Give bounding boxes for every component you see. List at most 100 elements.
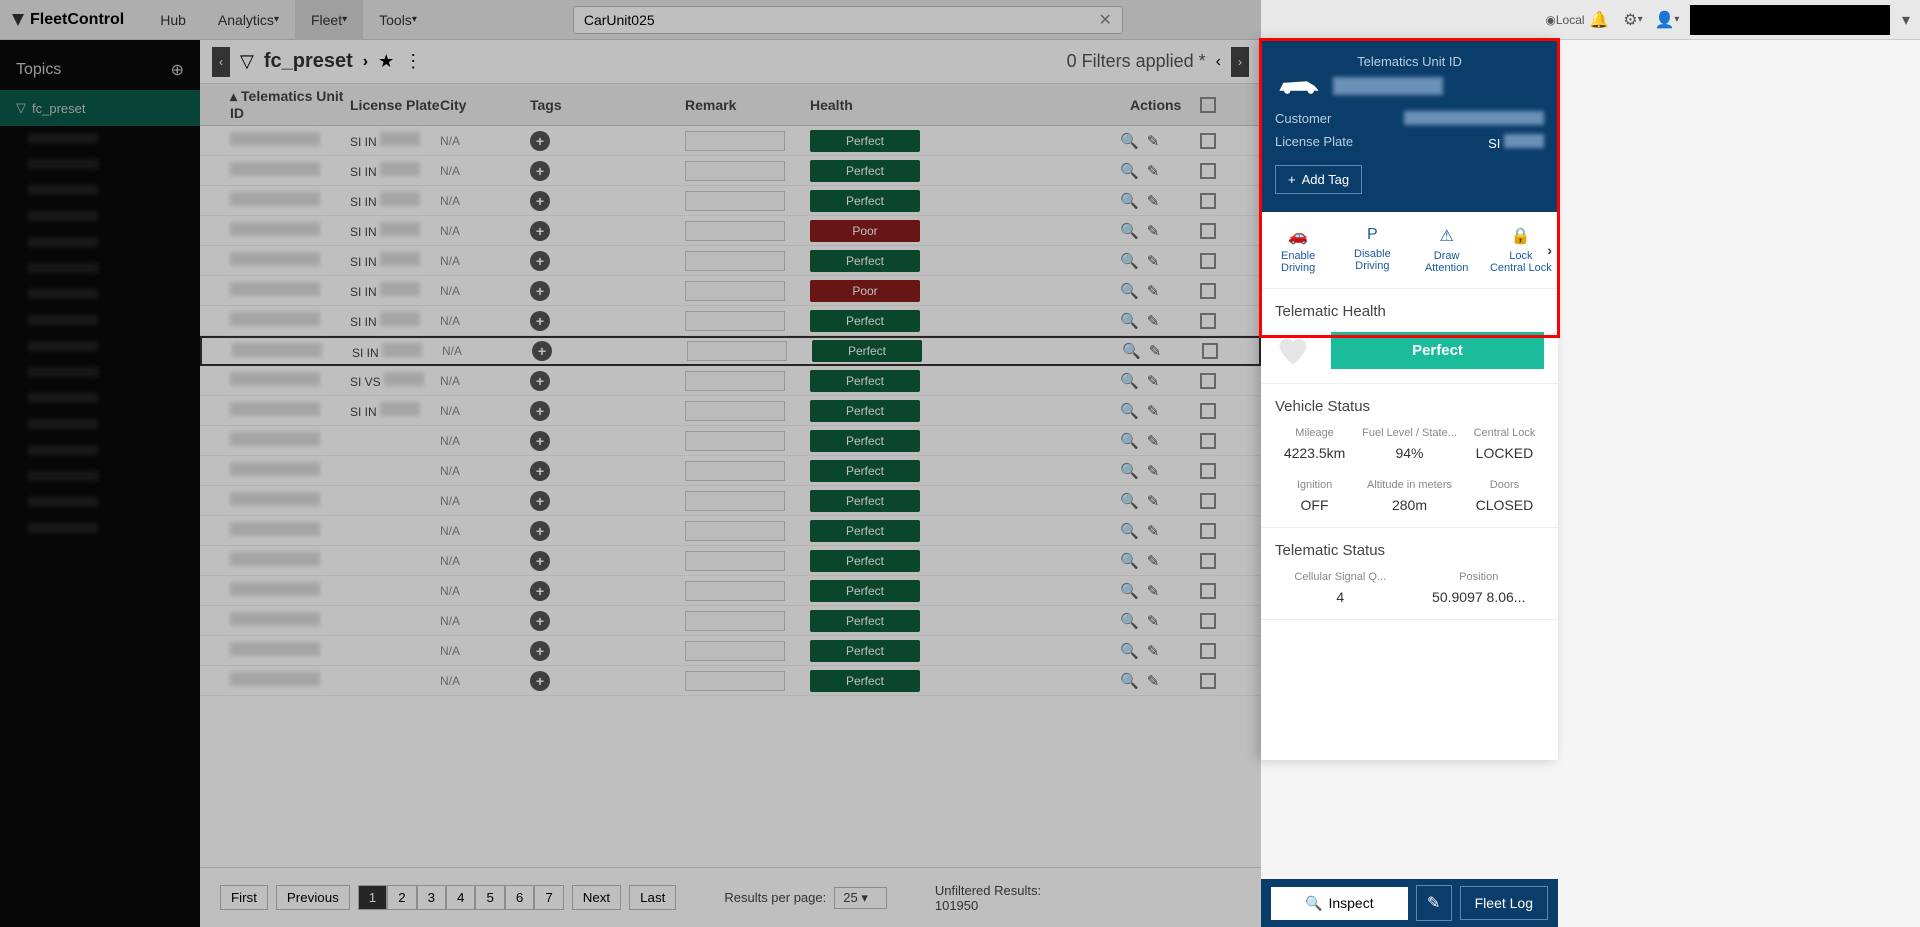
table-row[interactable]: N/A+Perfect🔍✎: [200, 666, 1261, 696]
topic-sub[interactable]: [0, 386, 200, 412]
topic-sub[interactable]: [0, 126, 200, 152]
add-tag-icon[interactable]: +: [530, 491, 550, 511]
edit-icon[interactable]: ✎: [1147, 222, 1160, 240]
nav-fleet[interactable]: Fleet: [295, 0, 363, 40]
edit-icon[interactable]: ✎: [1147, 612, 1160, 630]
per-page-select[interactable]: 25 ▾: [834, 887, 887, 909]
action-disable-driving[interactable]: PDisableDriving: [1335, 226, 1409, 274]
star-icon[interactable]: ★: [378, 51, 394, 72]
search-icon[interactable]: 🔍: [1120, 522, 1139, 540]
edit-icon[interactable]: ✎: [1147, 672, 1160, 690]
add-tag-icon[interactable]: +: [530, 221, 550, 241]
search-icon[interactable]: 🔍: [1120, 192, 1139, 210]
add-tag-icon[interactable]: +: [530, 641, 550, 661]
edit-icon[interactable]: ✎: [1147, 552, 1160, 570]
page-4[interactable]: 4: [446, 885, 475, 910]
nav-tools[interactable]: Tools: [363, 0, 433, 40]
search-icon[interactable]: 🔍: [1120, 432, 1139, 450]
nav-hub[interactable]: Hub: [144, 0, 202, 40]
table-row[interactable]: N/A+Perfect🔍✎: [200, 606, 1261, 636]
remark-input[interactable]: [685, 311, 785, 331]
edit-icon[interactable]: ✎: [1147, 462, 1160, 480]
table-row[interactable]: SI IN N/A+Perfect🔍✎: [200, 156, 1261, 186]
row-checkbox[interactable]: [1200, 523, 1216, 539]
table-row[interactable]: SI IN N/A+Perfect🔍✎: [200, 186, 1261, 216]
page-7[interactable]: 7: [534, 885, 563, 910]
select-all-checkbox[interactable]: [1200, 97, 1216, 113]
more-icon[interactable]: ⋮: [404, 51, 422, 72]
search-icon[interactable]: 🔍: [1120, 612, 1139, 630]
search-icon[interactable]: 🔍: [1120, 642, 1139, 660]
row-checkbox[interactable]: [1202, 343, 1218, 359]
add-tag-icon[interactable]: +: [532, 341, 552, 361]
table-row[interactable]: N/A+Perfect🔍✎: [200, 486, 1261, 516]
remark-input[interactable]: [685, 191, 785, 211]
row-checkbox[interactable]: [1200, 673, 1216, 689]
remark-input[interactable]: [685, 131, 785, 151]
add-tag-icon[interactable]: +: [530, 581, 550, 601]
action-draw-attention[interactable]: ⚠DrawAttention: [1410, 226, 1484, 274]
edit-icon[interactable]: ✎: [1147, 522, 1160, 540]
table-row[interactable]: N/A+Perfect🔍✎: [200, 516, 1261, 546]
row-checkbox[interactable]: [1200, 313, 1216, 329]
add-tag-icon[interactable]: +: [530, 251, 550, 271]
table-row[interactable]: N/A+Perfect🔍✎: [200, 456, 1261, 486]
remark-input[interactable]: [685, 281, 785, 301]
search-icon[interactable]: 🔍: [1120, 372, 1139, 390]
row-checkbox[interactable]: [1200, 493, 1216, 509]
search-icon[interactable]: 🔍: [1122, 342, 1141, 360]
user-icon[interactable]: 👤: [1656, 9, 1678, 31]
row-checkbox[interactable]: [1200, 223, 1216, 239]
search-icon[interactable]: 🔍: [1120, 222, 1139, 240]
edit-icon[interactable]: ✎: [1147, 582, 1160, 600]
table-row[interactable]: SI IN N/A+Perfect🔍✎: [200, 306, 1261, 336]
search-icon[interactable]: 🔍: [1120, 312, 1139, 330]
table-row[interactable]: SI IN N/A+Perfect🔍✎: [200, 396, 1261, 426]
edit-icon[interactable]: ✎: [1147, 402, 1160, 420]
add-tag-icon[interactable]: +: [530, 551, 550, 571]
edit-icon[interactable]: ✎: [1147, 372, 1160, 390]
search-icon[interactable]: 🔍: [1120, 132, 1139, 150]
row-checkbox[interactable]: [1200, 433, 1216, 449]
topic-sub[interactable]: [0, 178, 200, 204]
remark-input[interactable]: [685, 521, 785, 541]
page-6[interactable]: 6: [505, 885, 534, 910]
page-next[interactable]: Next: [572, 885, 621, 910]
remark-input[interactable]: [685, 221, 785, 241]
add-tag-icon[interactable]: +: [530, 611, 550, 631]
page-3[interactable]: 3: [417, 885, 446, 910]
settings-icon[interactable]: ⚙: [1622, 9, 1644, 31]
table-row[interactable]: SI IN N/A+Poor🔍✎: [200, 276, 1261, 306]
row-checkbox[interactable]: [1200, 463, 1216, 479]
notification-icon[interactable]: 🔔: [1588, 9, 1610, 31]
remark-input[interactable]: [685, 251, 785, 271]
clear-icon[interactable]: ✕: [1098, 10, 1111, 30]
topic-sub[interactable]: [0, 464, 200, 490]
edit-icon[interactable]: ✎: [1147, 492, 1160, 510]
add-tag-icon[interactable]: +: [530, 431, 550, 451]
add-tag-icon[interactable]: +: [530, 461, 550, 481]
add-topic-icon[interactable]: ⊕: [171, 60, 184, 80]
page-1[interactable]: 1: [358, 885, 387, 910]
add-tag-icon[interactable]: +: [530, 521, 550, 541]
page-prev[interactable]: Previous: [276, 885, 350, 910]
edit-icon[interactable]: ✎: [1147, 282, 1160, 300]
page-last[interactable]: Last: [629, 885, 676, 910]
table-row[interactable]: SI IN N/A+Perfect🔍✎: [200, 336, 1261, 366]
table-row[interactable]: SI IN N/A+Perfect🔍✎: [200, 126, 1261, 156]
action-enable-driving[interactable]: 🚗EnableDriving: [1261, 226, 1335, 274]
topic-sub[interactable]: [0, 282, 200, 308]
page-2[interactable]: 2: [387, 885, 416, 910]
topic-sub[interactable]: [0, 334, 200, 360]
inspect-button[interactable]: 🔍Inspect: [1271, 887, 1408, 920]
remark-input[interactable]: [685, 581, 785, 601]
topic-sub[interactable]: [0, 230, 200, 256]
add-tag-icon[interactable]: +: [530, 191, 550, 211]
remark-input[interactable]: [685, 401, 785, 421]
edit-icon[interactable]: ✎: [1149, 342, 1162, 360]
topic-sub[interactable]: [0, 438, 200, 464]
remark-input[interactable]: [685, 431, 785, 451]
table-row[interactable]: SI IN N/A+Perfect🔍✎: [200, 246, 1261, 276]
dropdown-icon[interactable]: ▾: [1902, 10, 1910, 30]
topic-sub[interactable]: [0, 490, 200, 516]
